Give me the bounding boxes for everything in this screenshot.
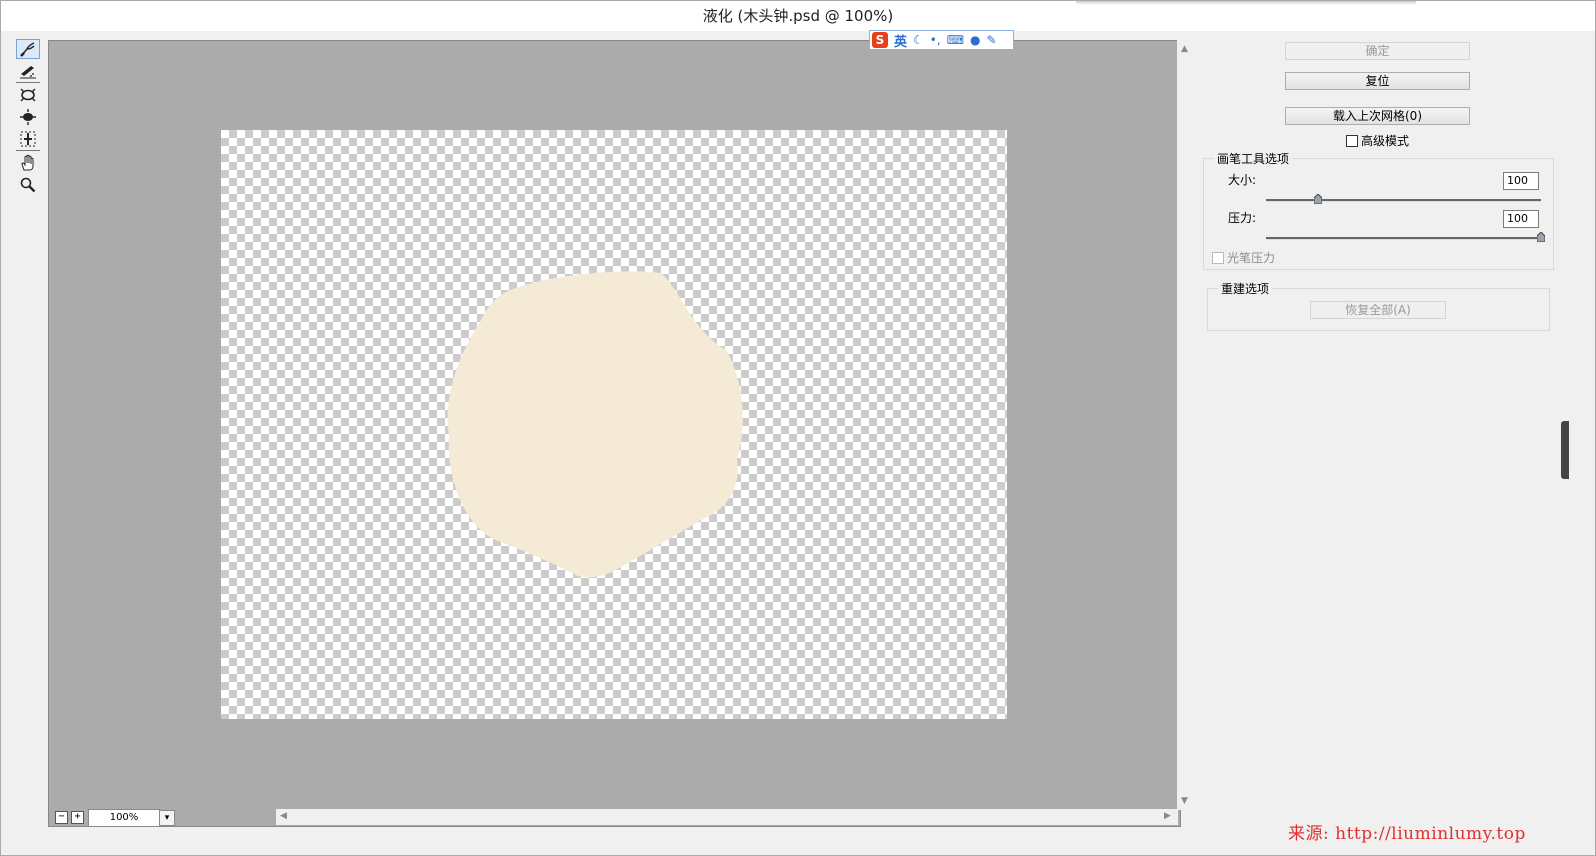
pucker-tool[interactable]: [16, 107, 40, 127]
liquify-window: 液化 (木头钟.psd @ 100%) ▲ ▼ ◀ ▶ − + 100% ▾ S…: [0, 0, 1596, 856]
advanced-mode-checkbox[interactable]: 高级模式: [1346, 132, 1409, 149]
ok-button[interactable]: 确定: [1285, 42, 1470, 60]
punctuation-icon[interactable]: •,: [930, 33, 941, 47]
brush-tool-options-group: 画笔工具选项 大小: 100 压力: 100 光笔压力: [1203, 150, 1554, 270]
push-left-icon: [20, 131, 36, 147]
bloat-icon: [20, 88, 36, 102]
scroll-down-icon[interactable]: ▼: [1181, 796, 1188, 806]
wrench-icon[interactable]: ✎: [987, 33, 997, 47]
status-bar: − + 100% ▾: [48, 809, 278, 827]
reset-button-label: 复位: [1365, 74, 1390, 88]
toolbar-divider: [16, 150, 40, 151]
load-last-mesh-button[interactable]: 载入上次网格(0): [1285, 107, 1470, 125]
zoom-tool[interactable]: [16, 175, 40, 195]
stylus-pressure-label: 光笔压力: [1227, 251, 1276, 265]
vertical-scrollbar[interactable]: ▲ ▼: [1177, 40, 1193, 810]
checkbox-box[interactable]: [1346, 134, 1358, 147]
horizontal-scrollbar[interactable]: ◀ ▶: [276, 809, 1178, 825]
zoom-dropdown-button[interactable]: ▾: [159, 810, 175, 826]
scroll-left-icon[interactable]: ◀: [280, 811, 287, 821]
load-last-mesh-label: 载入上次网格(0): [1333, 109, 1422, 123]
moon-icon[interactable]: ☾: [913, 33, 924, 47]
ok-button-label: 确定: [1365, 44, 1390, 58]
user-icon[interactable]: ●: [970, 33, 980, 47]
brush-options-title: 画笔工具选项: [1214, 150, 1293, 167]
bloat-tool[interactable]: [16, 85, 40, 105]
toolbar-divider: [16, 82, 40, 83]
transparent-canvas[interactable]: [221, 130, 1007, 719]
brush-size-label: 大小:: [1228, 173, 1257, 187]
restore-all-label: 恢复全部(A): [1345, 303, 1411, 317]
pucker-icon: [20, 109, 36, 125]
reconstruct-tool[interactable]: [16, 61, 40, 81]
brush-pressure-value: 100: [1507, 212, 1528, 225]
reconstruct-options-group: 重建选项 恢复全部(A): [1207, 280, 1550, 331]
brush-size-input[interactable]: 100: [1503, 172, 1539, 190]
zoom-icon: [20, 177, 36, 193]
brush-size-value: 100: [1507, 174, 1528, 187]
preview-area[interactable]: [48, 40, 1181, 827]
zoom-out-icon: −: [58, 811, 65, 822]
reconstruct-options-title: 重建选项: [1218, 280, 1273, 297]
hand-tool[interactable]: [16, 153, 40, 173]
brush-size-slider[interactable]: [1266, 199, 1541, 202]
title-bar: 液化 (木头钟.psd @ 100%): [1, 1, 1595, 31]
source-watermark: 来源: http://liuminlumy.top: [1288, 824, 1526, 844]
keyboard-icon[interactable]: ⌨: [947, 33, 964, 47]
brush-size-slider-thumb[interactable]: [1314, 194, 1323, 204]
zoom-level-value: 100%: [109, 812, 139, 823]
brush-pressure-input[interactable]: 100: [1503, 210, 1539, 228]
reset-button[interactable]: 复位: [1285, 72, 1470, 90]
sogou-logo-icon[interactable]: S: [872, 32, 888, 48]
brush-pressure-slider[interactable]: [1266, 237, 1541, 240]
forward-warp-tool[interactable]: [16, 39, 40, 59]
ime-toolbar: S 英 ☾ •, ⌨ ● ✎: [869, 30, 1014, 50]
zoom-in-button[interactable]: +: [71, 811, 84, 824]
liquified-shape: [447, 271, 743, 578]
options-panel: 确定 复位 载入上次网格(0) 高级模式 画笔工具选项 大小: 100 压力: …: [1201, 33, 1561, 333]
checkbox-box[interactable]: [1212, 251, 1224, 264]
brush-pressure-slider-thumb[interactable]: [1537, 232, 1545, 242]
tool-palette: [14, 39, 42, 199]
zoom-level-field[interactable]: 100%: [88, 809, 160, 827]
reconstruct-icon: [20, 66, 36, 79]
side-edge-widget[interactable]: [1561, 421, 1569, 479]
window-title: 液化 (木头钟.psd @ 100%): [702, 7, 894, 25]
advanced-mode-label: 高级模式: [1361, 134, 1410, 148]
push-left-tool[interactable]: [16, 129, 40, 149]
stylus-pressure-checkbox[interactable]: 光笔压力: [1212, 249, 1275, 266]
restore-all-button[interactable]: 恢复全部(A): [1310, 301, 1446, 319]
zoom-in-icon: +: [74, 811, 81, 822]
title-shadow: [1076, 1, 1416, 5]
brush-pressure-label: 压力:: [1228, 211, 1257, 225]
scroll-right-icon[interactable]: ▶: [1164, 811, 1171, 821]
chevron-down-icon: ▾: [164, 813, 170, 823]
ime-mode-toggle[interactable]: 英: [894, 31, 907, 50]
scroll-up-icon[interactable]: ▲: [1181, 44, 1188, 54]
hand-icon: [21, 154, 34, 171]
zoom-out-button[interactable]: −: [55, 811, 68, 824]
forward-warp-icon: [20, 42, 35, 57]
